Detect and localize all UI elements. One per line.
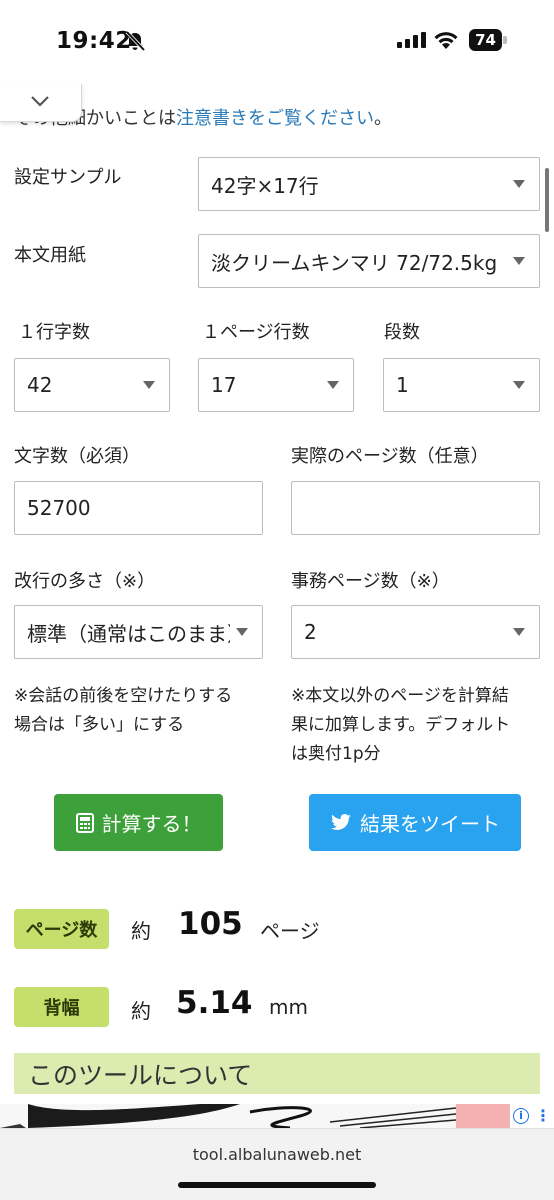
- paper-label: 本文用紙: [14, 245, 86, 266]
- char-count-label: 文字数（必須）: [14, 446, 140, 467]
- dropdown-caret-icon: [327, 381, 339, 389]
- twitter-bird-icon: [331, 813, 351, 830]
- collapse-toolbar-button[interactable]: [0, 84, 82, 122]
- actual-pages-input[interactable]: [291, 481, 540, 535]
- page-count-unit: ページ: [260, 919, 320, 943]
- spine-width-prefix: 約: [131, 999, 151, 1023]
- actual-pages-label: 実際のページ数（任意）: [291, 446, 489, 467]
- office-pages-select[interactable]: 2: [291, 605, 540, 659]
- spine-width-badge: 背幅: [14, 987, 109, 1027]
- calculator-icon: [75, 812, 94, 833]
- notes-link[interactable]: 注意書きをご覧ください: [176, 108, 374, 129]
- columns-label: 段数: [384, 322, 420, 343]
- browser-address-bar[interactable]: [0, 1128, 554, 1200]
- status-time: 19:42: [56, 28, 132, 54]
- office-pages-note: ※本文以外のページを計算結 果に加算します。デフォルト は奥付1p分: [291, 686, 511, 764]
- cellular-signal-icon: [397, 32, 426, 48]
- line-breaks-note: ※会話の前後を空けたりする 場合は「多い」にする: [14, 686, 233, 735]
- lines-per-page-select[interactable]: 17: [198, 358, 354, 412]
- page-count-prefix: 約: [131, 919, 151, 943]
- ad-info-icon[interactable]: i: [513, 1108, 529, 1124]
- spine-width-unit: mm: [269, 995, 308, 1019]
- battery-level: 74: [469, 29, 502, 51]
- bell-slash-icon: [125, 30, 146, 52]
- spine-width-value: 5.14: [176, 985, 253, 1021]
- chevron-down-icon: [31, 96, 49, 107]
- ad-banner[interactable]: i ⋮: [0, 1104, 554, 1128]
- about-tool-heading: このツールについて: [14, 1053, 540, 1094]
- sample-label: 設定サンプル: [14, 167, 122, 188]
- sample-select[interactable]: 42字×17行: [198, 157, 540, 211]
- battery-icon: 74: [469, 29, 507, 51]
- paper-select[interactable]: 淡クリームキンマリ 72/72.5kg: [198, 234, 540, 288]
- dropdown-caret-icon: [513, 628, 525, 636]
- columns-select[interactable]: 1: [383, 358, 540, 412]
- tweet-result-button[interactable]: 結果をツイート: [309, 794, 521, 851]
- ad-highlight: [456, 1104, 510, 1128]
- line-breaks-label: 改行の多さ（※）: [14, 571, 156, 592]
- office-pages-label: 事務ページ数（※）: [291, 571, 450, 592]
- home-indicator[interactable]: [178, 1182, 376, 1188]
- page-count-value: 105: [178, 906, 243, 942]
- calculate-button[interactable]: 計算する！: [54, 794, 223, 851]
- chars-per-line-label: １行字数: [18, 322, 90, 343]
- url-text[interactable]: tool.albalunaweb.net: [0, 1145, 554, 1164]
- wifi-icon: [434, 32, 458, 49]
- dropdown-caret-icon: [513, 257, 525, 265]
- char-count-input[interactable]: 52700: [14, 481, 263, 535]
- dropdown-caret-icon: [513, 381, 525, 389]
- line-breaks-select[interactable]: 標準（通常はこのまま）: [14, 605, 263, 659]
- dropdown-caret-icon: [143, 381, 155, 389]
- dropdown-caret-icon: [236, 628, 248, 636]
- lines-per-page-label: １ページ行数: [202, 322, 310, 343]
- ad-more-options-icon[interactable]: ⋮: [535, 1108, 551, 1124]
- dropdown-caret-icon: [513, 180, 525, 188]
- chars-per-line-select[interactable]: 42: [14, 358, 170, 412]
- ad-controls[interactable]: i ⋮: [510, 1104, 554, 1128]
- ad-artwork-image: [0, 1104, 456, 1128]
- page-scrollbar[interactable]: [545, 168, 549, 232]
- page-count-badge: ページ数: [14, 909, 109, 949]
